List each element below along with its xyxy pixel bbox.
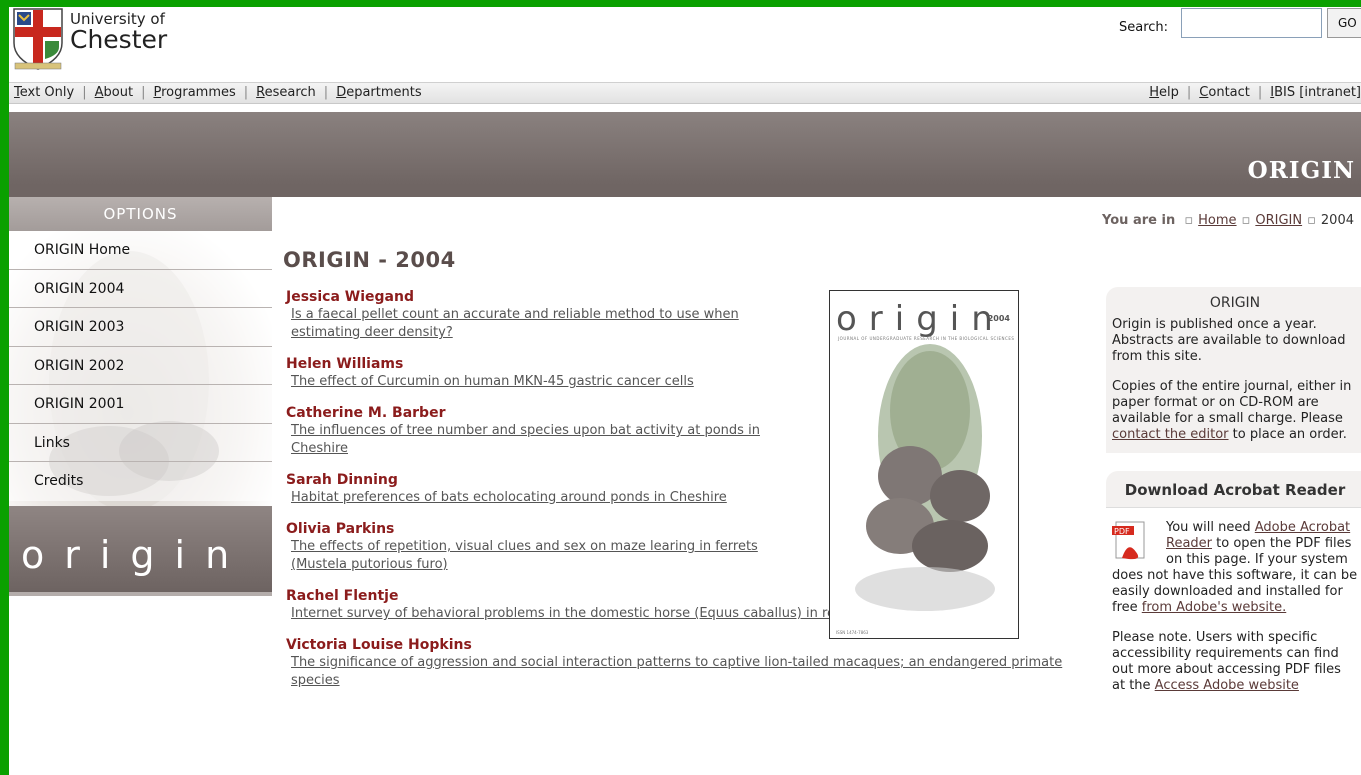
pdf-icon: PDF: [1112, 520, 1160, 564]
article-title-link[interactable]: The influences of tree number and specie…: [286, 422, 806, 458]
article-title-link[interactable]: Is a faecal pellet count an accurate and…: [286, 306, 806, 342]
search-input[interactable]: [1181, 8, 1322, 38]
article-entry: Victoria Louise Hopkins The significance…: [286, 637, 1062, 690]
main-content: You are in ▫ Home ▫ ORIGIN ▫ 2004 ORIGIN…: [272, 197, 1361, 775]
nav-separator: |: [1257, 85, 1263, 100]
contact-editor-link[interactable]: contact the editor: [1112, 427, 1229, 442]
nav-departments-link[interactable]: Departments: [336, 83, 421, 103]
nav-ibis-link[interactable]: IBIS [intranet]: [1270, 83, 1361, 103]
sidebar-item-origin-2001[interactable]: ORIGIN 2001: [9, 385, 272, 424]
breadcrumb-current: 2004: [1320, 213, 1354, 228]
site-header: University of Chester Search: GO: [9, 7, 1361, 82]
origin-info-paragraph: Origin is published once a year. Abstrac…: [1112, 317, 1346, 364]
origin-info-box: ORIGIN Origin is published once a year. …: [1106, 287, 1361, 453]
right-column: ORIGIN Origin is published once a year. …: [1106, 287, 1361, 708]
nav-separator: |: [141, 85, 146, 100]
search-go-button[interactable]: GO: [1327, 8, 1361, 38]
top-nav-bar: Text Only | About | Programmes | Researc…: [9, 82, 1361, 104]
section-banner: ORIGIN: [9, 112, 1361, 185]
origin-info-heading: ORIGIN: [1209, 295, 1261, 311]
sidebar-item-origin-2002[interactable]: ORIGIN 2002: [9, 346, 272, 385]
breadcrumb-home-link[interactable]: Home: [1198, 213, 1236, 228]
cover-elephant-egg-art: [855, 344, 995, 611]
article-title-link[interactable]: The significance of aggression and socia…: [286, 654, 1066, 690]
breadcrumb-prefix: You are in: [1102, 213, 1176, 228]
university-name-line2: Chester: [70, 25, 168, 54]
nav-research-link[interactable]: Research: [256, 83, 316, 103]
svg-text:PDF: PDF: [1114, 527, 1130, 536]
sidebar-base-rule: [9, 592, 272, 596]
breadcrumb-bullet: ▫: [1241, 213, 1251, 228]
accessibility-paragraph: Please note. Users with specific accessi…: [1112, 630, 1358, 694]
origin-info-text: Origin is published once a year. Abstrac…: [1112, 317, 1358, 443]
search-label: Search:: [1119, 20, 1169, 35]
sidebar-item-origin-2003[interactable]: ORIGIN 2003: [9, 308, 272, 347]
acrobat-box: Download Acrobat Reader PDF You will nee…: [1106, 471, 1361, 694]
sidebar-item-links[interactable]: Links: [9, 423, 272, 462]
origin-info-order-paragraph: Copies of the entire journal, either in …: [1112, 379, 1358, 443]
university-crest-logo[interactable]: [11, 7, 65, 71]
nav-right-group: Help | Contact | IBIS [intranet]: [1149, 83, 1361, 103]
page: University of Chester Search: GO Text On…: [9, 7, 1361, 775]
banner-band: [9, 185, 1361, 197]
nav-separator: |: [82, 85, 87, 100]
sidebar-heading: OPTIONS: [9, 197, 272, 231]
acrobat-heading: Download Acrobat Reader: [1106, 471, 1361, 508]
page-title: ORIGIN - 2004: [283, 248, 456, 272]
breadcrumb-origin-link[interactable]: ORIGIN: [1255, 213, 1302, 228]
nav-separator: |: [323, 85, 329, 100]
breadcrumb: You are in ▫ Home ▫ ORIGIN ▫ 2004: [1102, 213, 1354, 228]
nav-about-link[interactable]: About: [95, 83, 133, 103]
order-text: Copies of the entire journal, either in …: [1112, 379, 1352, 426]
order-text-end: to place an order.: [1228, 427, 1347, 442]
acrobat-text-1: You will need: [1166, 520, 1255, 535]
banner-title: ORIGIN: [1247, 157, 1355, 184]
article-title-link[interactable]: Habitat preferences of bats echolocating…: [286, 489, 826, 507]
adobe-website-link[interactable]: from Adobe's website.: [1142, 600, 1286, 615]
article-title-link[interactable]: The effect of Curcumin on human MKN-45 g…: [286, 373, 806, 391]
nav-programmes-link[interactable]: Programmes: [153, 83, 235, 103]
options-sidebar: OPTIONS ORIGIN Home ORIGIN 2004 ORIGIN 2…: [9, 197, 272, 596]
breadcrumb-bullet: ▫: [1307, 213, 1316, 228]
article-title-link[interactable]: The effects of repetition, visual clues …: [286, 538, 806, 574]
origin-logo-text: origin: [21, 533, 250, 577]
nav-separator: |: [1186, 85, 1192, 100]
journal-cover-image: origin 2004 JOURNAL OF UNDERGRADUATE RES…: [829, 290, 1019, 639]
sidebar-item-origin-2004[interactable]: ORIGIN 2004: [9, 269, 272, 308]
cover-issn: ISSN 1474-7863: [836, 630, 869, 635]
nav-separator: |: [243, 85, 249, 100]
nav-left-group: Text Only | About | Programmes | Researc…: [14, 83, 422, 103]
sidebar-item-credits[interactable]: Credits: [9, 462, 272, 501]
article-author: Jessica Wiegand: [286, 289, 414, 305]
nav-contact-link[interactable]: Contact: [1199, 83, 1250, 103]
breadcrumb-bullet: ▫: [1180, 213, 1194, 228]
acrobat-text: PDF You will need Adobe Acrobat Reader t…: [1106, 508, 1361, 694]
access-adobe-link[interactable]: Access Adobe website: [1155, 678, 1299, 693]
sidebar-item-origin-home[interactable]: ORIGIN Home: [9, 231, 272, 270]
nav-help-link[interactable]: Help: [1149, 83, 1179, 103]
nav-text-only-link[interactable]: Text Only: [14, 83, 74, 103]
